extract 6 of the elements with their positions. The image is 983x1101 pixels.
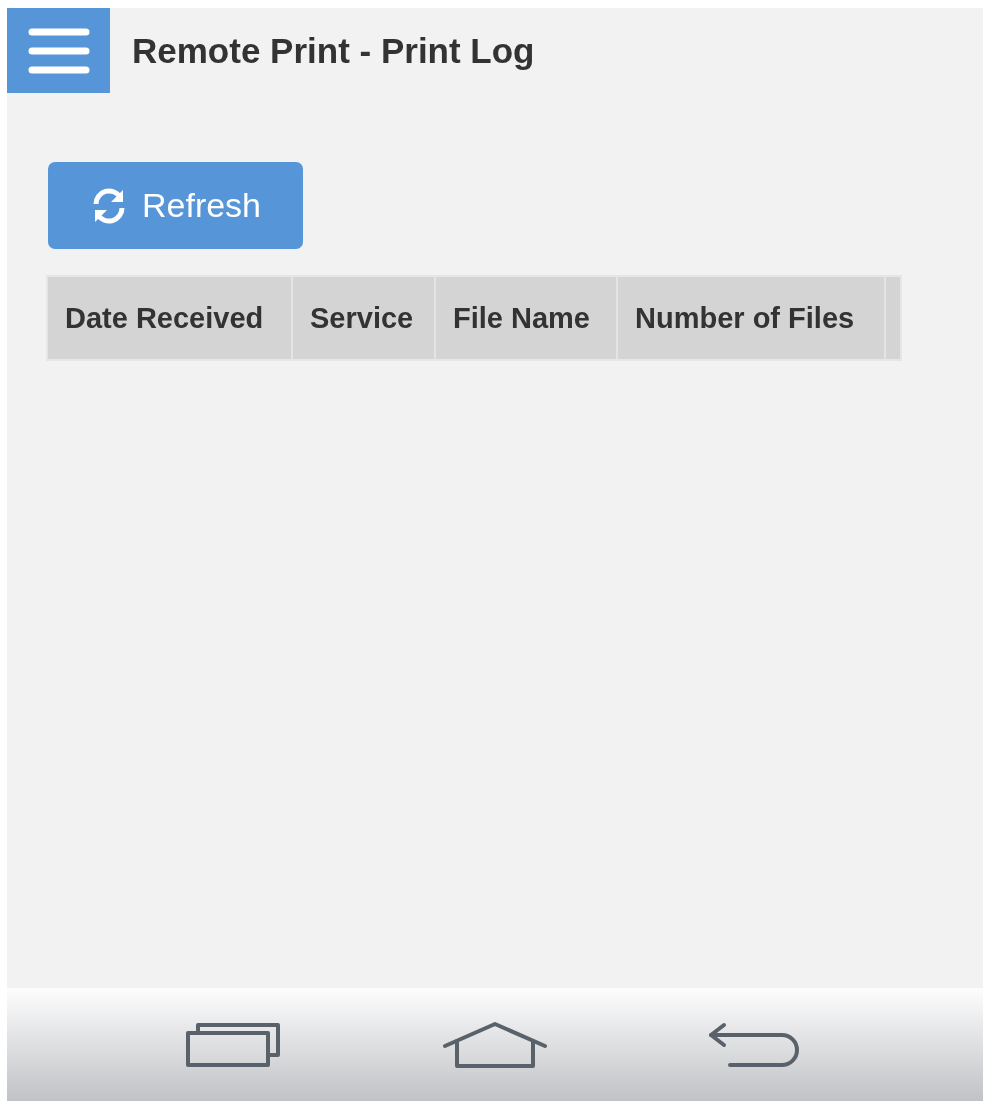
menu-icon xyxy=(27,27,90,74)
recent-apps-icon[interactable] xyxy=(186,1020,282,1069)
home-icon[interactable] xyxy=(442,1020,548,1069)
page-title: Remote Print - Print Log xyxy=(132,30,535,71)
menu-button[interactable] xyxy=(7,8,110,93)
refresh-button[interactable]: Refresh xyxy=(48,162,303,249)
